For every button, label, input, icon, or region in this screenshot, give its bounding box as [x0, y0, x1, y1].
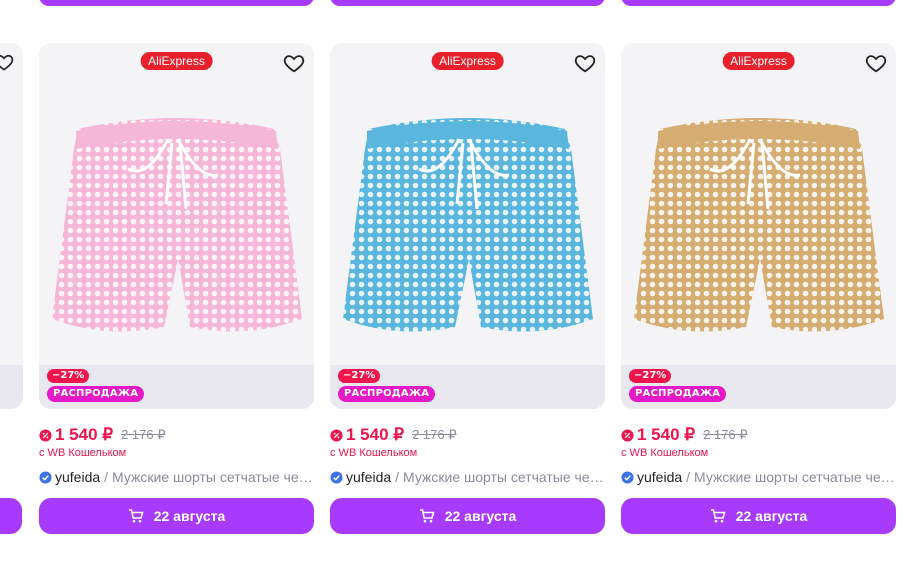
- product-title[interactable]: yufeida / Мужские шорты сетчатые черные: [39, 467, 314, 487]
- title-separator: /: [395, 469, 400, 485]
- wallet-note: с WB Кошельком: [39, 447, 127, 459]
- aliexpress-badge: AliExpress: [140, 52, 213, 70]
- product-name[interactable]: Мужские шорты сетчатые черные: [694, 469, 896, 485]
- discount-icon: [621, 428, 634, 442]
- add-to-cart-button[interactable]: 22 августа: [330, 498, 605, 534]
- sale-badge: РАСПРОДАЖА: [338, 386, 436, 402]
- brand-name[interactable]: yufeida: [55, 469, 100, 485]
- discount-badge: −27%: [629, 369, 672, 383]
- sale-badge: РАСПРОДАЖА: [47, 386, 145, 402]
- heart-icon[interactable]: [574, 52, 596, 74]
- brand-name[interactable]: yufeida: [346, 469, 391, 485]
- product-card[interactable]: AliExpress −27% РАСПРОДАЖА 1 540 ₽ 2 176…: [621, 43, 896, 534]
- discount-icon: [39, 428, 52, 442]
- add-to-cart-button[interactable]: 22 августа: [621, 498, 896, 534]
- product-image[interactable]: AliExpress −27% РАСПРОДАЖА: [330, 43, 605, 409]
- product-card[interactable]: AliExpress −27% РАСПРОДАЖА 1 540 ₽ 2 176…: [330, 43, 605, 534]
- mesh-shorts-image: [343, 118, 593, 332]
- wallet-note: с WB Кошельком: [621, 447, 709, 459]
- product-title[interactable]: yufeida / Мужские шорты сетчатые черные: [621, 467, 896, 487]
- title-separator: /: [104, 469, 109, 485]
- verified-icon: [621, 470, 634, 484]
- cart-button-above[interactable]: [621, 0, 896, 6]
- product-image[interactable]: AliExpress −27% РАСПРОДАЖА: [39, 43, 314, 409]
- cart-button-above[interactable]: [39, 0, 314, 6]
- product-image[interactable]: AliExpress −27% РАСПРОДАЖА: [621, 43, 896, 409]
- cart-icon: [128, 509, 144, 523]
- add-to-cart-button[interactable]: 22 августа: [39, 498, 314, 534]
- add-to-cart-button-partial[interactable]: [0, 498, 22, 534]
- old-price: 2 176 ₽: [412, 427, 457, 442]
- delivery-date: 22 августа: [444, 508, 517, 524]
- product-card-partial[interactable]: [0, 43, 23, 409]
- current-price: 1 540 ₽: [55, 425, 114, 444]
- mesh-shorts-image: [52, 118, 302, 332]
- heart-icon[interactable]: [283, 52, 305, 74]
- delivery-date: 22 августа: [735, 508, 808, 524]
- brand-name[interactable]: yufeida: [637, 469, 682, 485]
- current-price: 1 540 ₽: [637, 425, 696, 444]
- price-row: 1 540 ₽ 2 176 ₽: [330, 425, 457, 445]
- aliexpress-badge: AliExpress: [431, 52, 504, 70]
- heart-icon[interactable]: [865, 52, 887, 74]
- product-name[interactable]: Мужские шорты сетчатые черные: [112, 469, 314, 485]
- product-title[interactable]: yufeida / Мужские шорты сетчатые черные: [330, 467, 605, 487]
- discount-icon: [330, 428, 343, 442]
- cart-icon: [419, 509, 435, 523]
- delivery-date: 22 августа: [153, 508, 226, 524]
- cart-button-above[interactable]: [330, 0, 605, 6]
- heart-icon[interactable]: [0, 52, 14, 72]
- old-price: 2 176 ₽: [121, 427, 166, 442]
- wallet-note: с WB Кошельком: [330, 447, 418, 459]
- product-card[interactable]: AliExpress −27% РАСПРОДАЖА 1 540 ₽ 2 176…: [39, 43, 314, 534]
- price-row: 1 540 ₽ 2 176 ₽: [621, 425, 748, 445]
- discount-badge: −27%: [338, 369, 381, 383]
- current-price: 1 540 ₽: [346, 425, 405, 444]
- verified-icon: [39, 470, 52, 484]
- old-price: 2 176 ₽: [703, 427, 748, 442]
- verified-icon: [330, 470, 343, 484]
- cart-icon: [710, 509, 726, 523]
- sale-badge: РАСПРОДАЖА: [629, 386, 727, 402]
- aliexpress-badge: AliExpress: [722, 52, 795, 70]
- mesh-shorts-image: [634, 118, 884, 332]
- price-row: 1 540 ₽ 2 176 ₽: [39, 425, 166, 445]
- discount-badge: −27%: [47, 369, 90, 383]
- title-separator: /: [686, 469, 691, 485]
- product-name[interactable]: Мужские шорты сетчатые черные: [403, 469, 605, 485]
